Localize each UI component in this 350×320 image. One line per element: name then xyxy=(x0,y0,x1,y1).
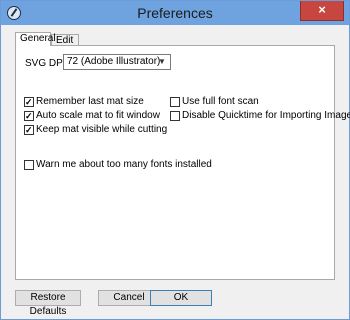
checkbox-remember-mat-size[interactable] xyxy=(24,96,34,108)
window-title: Preferences xyxy=(137,5,213,21)
option-label: Remember last mat size xyxy=(36,96,144,107)
svg-dpi-value: 72 (Adobe Illustrator) xyxy=(67,56,161,67)
checkbox-disable-quicktime[interactable] xyxy=(170,111,180,121)
option-label: Warn me about too many fonts installed xyxy=(36,159,212,170)
option-label: Disable Quicktime for Importing Images xyxy=(182,110,350,121)
checkbox-warn-fonts[interactable] xyxy=(24,160,34,170)
restore-defaults-button[interactable]: Restore Defaults xyxy=(15,290,81,317)
checkbox-auto-scale-mat[interactable] xyxy=(24,110,34,122)
option-label: Keep mat visible while cutting xyxy=(36,124,168,135)
checkbox-keep-mat-visible[interactable] xyxy=(24,124,34,136)
option-label: Use full font scan xyxy=(182,96,259,107)
close-button[interactable]: × xyxy=(300,1,344,21)
svg-dpi-select[interactable]: 72 (Adobe Illustrator) ▼ xyxy=(63,54,171,70)
ok-button[interactable]: OK xyxy=(150,290,212,306)
svg-dpi-label: SVG DPI: xyxy=(25,58,69,69)
title-bar[interactable]: Preferences × xyxy=(1,1,349,25)
preferences-dialog: Preferences × General Edit SVG DPI: 72 (… xyxy=(0,0,350,320)
option-label: Auto scale mat to fit window xyxy=(36,110,160,121)
tab-general[interactable]: General xyxy=(15,32,56,46)
chevron-down-icon: ▼ xyxy=(158,57,166,66)
checkbox-full-font-scan[interactable] xyxy=(170,97,180,107)
